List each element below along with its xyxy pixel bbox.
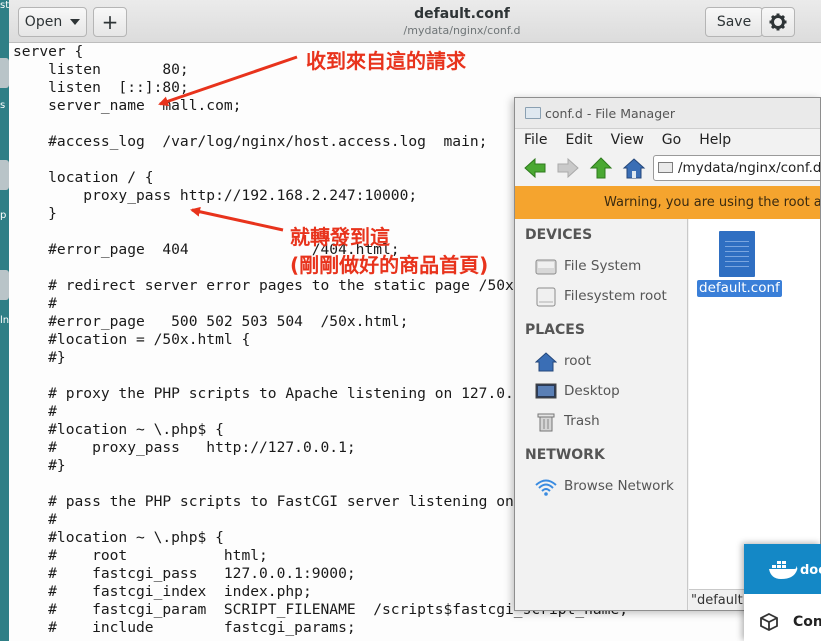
sidebar-item-label: Filesystem root [564,288,667,304]
file-name-label[interactable]: default.conf [697,280,782,297]
sidebar-item-label: Trash [564,413,600,429]
desktop-icon[interactable] [0,58,9,88]
annotation-receive-request: 收到來自這的請求 [306,49,466,73]
file-manager-toolbar: /mydata/nginx/conf.d/ [515,151,821,185]
menu-file[interactable]: File [524,129,547,151]
docker-menu-label: Con [793,614,821,630]
annotation-forward-line1: 就轉發到這 [290,225,390,249]
sidebar-item-label: root [564,353,592,369]
code-line: listen [::]:80; [13,79,189,96]
folder-icon [658,162,673,173]
docker-header: docker [744,544,821,594]
annotation-forward-line2: (剛剛做好的商品首頁) [290,253,489,277]
menu-go[interactable]: Go [662,129,681,151]
trash-icon [537,413,555,432]
up-arrow-icon[interactable] [589,156,613,180]
editor-headerbar: Open + default.conf /mydata/nginx/conf.d… [9,0,821,43]
desktop-label-fragment: sto [0,0,9,11]
folder-icon [525,107,541,119]
docker-menu-item[interactable]: Con [744,606,821,636]
chevron-down-icon [70,19,81,25]
drive-icon [535,259,557,275]
forward-arrow-icon[interactable] [556,156,580,180]
desktop-label-fragment: p [0,210,7,221]
open-button-label: Open [24,14,63,30]
home-icon [535,352,557,372]
menu-help[interactable]: Help [699,129,731,151]
file-manager-window: conf.d - File Manager File Edit View Go … [514,97,821,611]
document-path: /mydata/nginx/conf.d [403,24,521,37]
desktop-label-fragment: s [0,100,6,111]
sidebar-item-label: File System [564,258,642,274]
sidebar-heading-network: NETWORK [525,447,605,463]
desktop-icon[interactable] [0,160,9,190]
settings-menu-button[interactable] [761,7,795,37]
sidebar-item-desktop[interactable]: Desktop [535,379,685,405]
sidebar-item-file-system[interactable]: File System [535,254,685,280]
document-icon[interactable] [719,231,755,277]
sidebar-item-label: Desktop [564,383,620,399]
docker-brand: docker [800,563,821,578]
cube-icon [760,613,778,631]
location-bar[interactable]: /mydata/nginx/conf.d/ [653,155,821,181]
file-view: default.conf [689,219,820,589]
sidebar-item-label: Browse Network [564,478,674,494]
save-button[interactable]: Save [705,7,763,37]
drive-icon [536,287,556,307]
location-path: /mydata/nginx/conf.d/ [678,160,821,176]
file-manager-menubar: File Edit View Go Help [515,129,820,151]
menu-view[interactable]: View [611,129,644,151]
code-line: # include fastcgi_params; [13,619,356,636]
desktop-label-fragment: ln [0,315,9,326]
open-button[interactable]: Open [18,7,87,37]
root-warning-banner: Warning, you are using the root account [515,186,820,219]
sidebar-item-browse-network[interactable]: Browse Network [535,474,685,500]
desktop-background: sto s p ln [0,0,9,641]
file-manager-title: conf.d - File Manager [545,106,675,121]
desktop-icon[interactable] [0,270,9,300]
home-icon[interactable] [622,156,646,180]
docker-popup: docker Con [744,544,821,641]
file-manager-sidebar: DEVICES File System Filesystem root PLAC… [515,219,688,610]
sidebar-item-root[interactable]: root [535,349,685,375]
menu-edit[interactable]: Edit [565,129,592,151]
gear-icon [769,13,787,31]
file-manager-titlebar[interactable]: conf.d - File Manager [515,98,820,129]
back-arrow-icon[interactable] [523,156,547,180]
network-icon [535,479,557,496]
desktop-icon [535,383,557,399]
new-tab-button[interactable]: + [93,7,127,37]
sidebar-heading-devices: DEVICES [525,227,593,243]
sidebar-item-trash[interactable]: Trash [535,409,685,435]
sidebar-heading-places: PLACES [525,322,585,338]
docker-whale-icon [769,561,798,579]
document-title: default.conf [414,6,510,22]
sidebar-item-filesystem-root[interactable]: Filesystem root [535,284,685,310]
